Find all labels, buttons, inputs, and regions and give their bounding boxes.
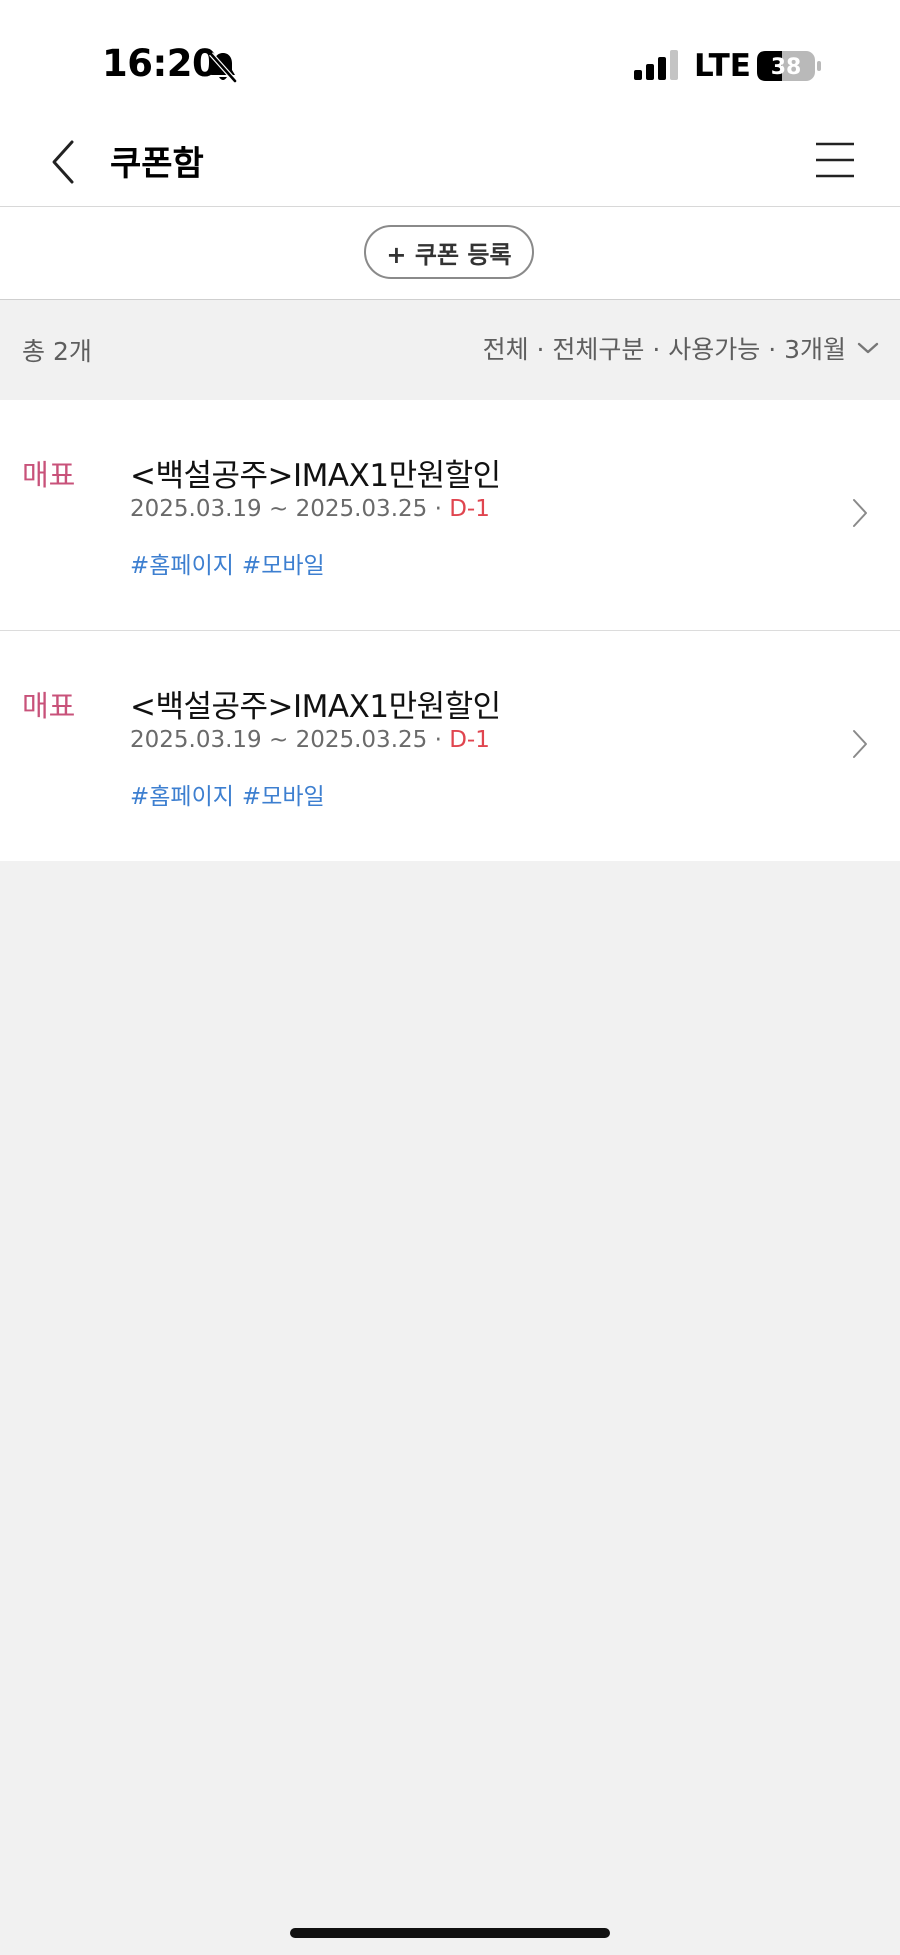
home-indicator[interactable] [290,1928,610,1938]
coupon-type: 매표 [22,689,76,723]
coupon-name: <백설공주>IMAX1만원할인 [130,458,501,494]
battery-level: 38 [771,55,802,80]
period-separator: · [434,496,442,522]
coupon-dday: D-1 [449,727,490,753]
coupon-tag: #홈페이지 [130,553,234,579]
status-bar: 16:20 LTE 38 [0,0,900,120]
app-header: 쿠폰함 [0,120,900,207]
coupon-list-item[interactable]: 매표 <백설공주>IMAX1만원할인 2025.03.19 ~ 2025.03.… [0,400,900,630]
chevron-right-icon [853,499,867,527]
coupon-list-item[interactable]: 매표 <백설공주>IMAX1만원할인 2025.03.19 ~ 2025.03.… [0,630,900,861]
register-coupon-button[interactable]: + 쿠폰 등록 [364,225,534,279]
filter-bar: 총 2개 전체 · 전체구분 · 사용가능 · 3개월 [0,300,900,400]
chevron-down-icon [857,342,879,354]
signal-icon [634,50,678,80]
page-title: 쿠폰함 [110,144,204,184]
coupon-dday: D-1 [449,496,490,522]
coupon-tags: #홈페이지 #모바일 [130,777,325,811]
back-arrow-icon [52,140,74,184]
coupon-name: <백설공주>IMAX1만원할인 [130,689,501,725]
period-separator: · [434,727,442,753]
coupon-type: 매표 [22,458,76,492]
battery-icon: 38 [757,51,821,81]
coupon-tag: #모바일 [241,553,325,579]
coupon-tag: #모바일 [241,784,325,810]
filter-dropdown[interactable]: 전체 · 전체구분 · 사용가능 · 3개월 [483,330,880,366]
coupon-tag: #홈페이지 [130,784,234,810]
coupon-tags: #홈페이지 #모바일 [130,546,325,580]
total-count: 총 2개 [22,337,92,366]
back-button[interactable] [40,134,90,190]
hamburger-menu-icon [816,142,854,178]
coupon-period: 2025.03.19 ~ 2025.03.25 [130,496,428,522]
coupon-period-line: 2025.03.19 ~ 2025.03.25 · D-1 [130,727,490,753]
bell-off-icon [209,52,237,83]
coupon-period-line: 2025.03.19 ~ 2025.03.25 · D-1 [130,496,490,522]
coupon-period: 2025.03.19 ~ 2025.03.25 [130,727,428,753]
menu-button[interactable] [812,138,858,184]
network-type: LTE [694,48,751,84]
filter-summary: 전체 · 전체구분 · 사용가능 · 3개월 [482,335,846,364]
status-time: 16:20 [102,42,218,85]
chevron-right-icon [853,730,867,758]
register-coupon-bar: + 쿠폰 등록 [0,207,900,300]
coupon-list: 매표 <백설공주>IMAX1만원할인 2025.03.19 ~ 2025.03.… [0,400,900,861]
